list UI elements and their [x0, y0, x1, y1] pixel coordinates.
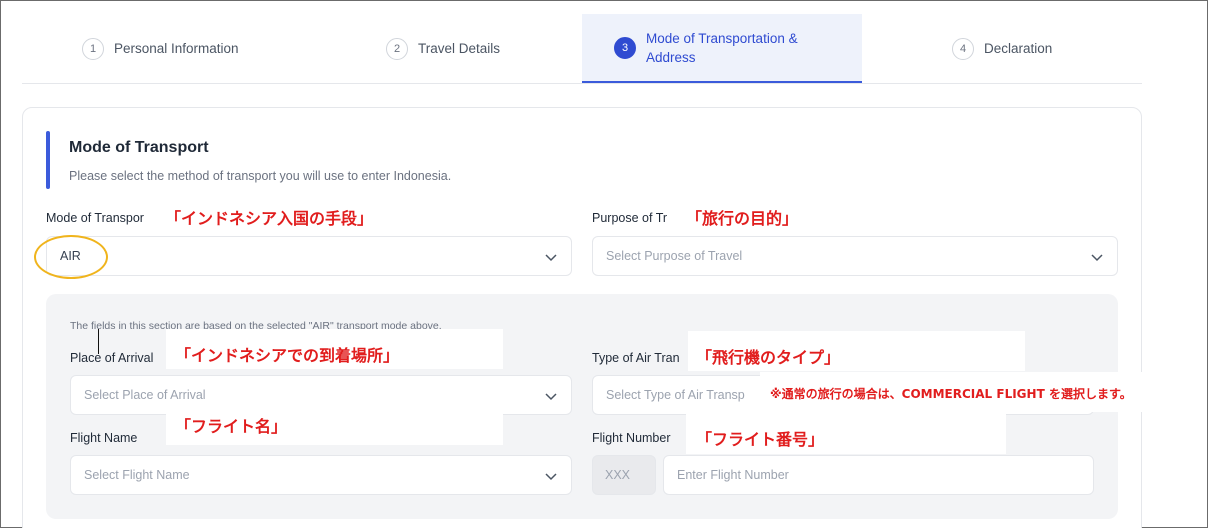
step-number: 2 [386, 37, 408, 60]
step-declaration[interactable]: 4 Declaration [862, 14, 1142, 83]
chevron-down-icon [545, 254, 557, 262]
step-label: Declaration [984, 41, 1053, 56]
section-title: Mode of Transport [69, 139, 209, 156]
annotation-type-of-air-transport: 「飛行機のタイプ」 [696, 348, 841, 367]
place-of-arrival-select[interactable]: Select Place of Arrival [70, 375, 572, 415]
annotation-flight-name: 「フライト名」 [175, 417, 288, 436]
text-cursor [98, 329, 99, 354]
chevron-down-icon [1091, 254, 1103, 262]
annotation-place-of-arrival: 「インドネシアでの到着場所」 [175, 346, 400, 365]
flight-number-prefix: XXX [592, 455, 656, 495]
step-mode-of-transportation[interactable]: 3 Mode of Transportation & Address [582, 14, 862, 83]
step-number: 3 [614, 36, 636, 59]
annotation-commercial-flight-note: ※通常の旅行の場合は、COMMERCIAL FLIGHT を選択します。 [770, 387, 1132, 401]
annotation-mode-of-transport: 「インドネシア入国の手段」 [165, 209, 374, 228]
annotation-purpose-of-travel: 「旅行の目的」 [686, 209, 799, 228]
section-accent-bar [46, 131, 50, 189]
flight-number-input[interactable]: Enter Flight Number [663, 455, 1094, 495]
step-number: 1 [82, 37, 104, 60]
purpose-of-travel-label: Purpose of Tr [592, 211, 668, 225]
flight-name-placeholder: Select Flight Name [84, 468, 190, 482]
step-travel-details[interactable]: 2 Travel Details [322, 14, 582, 83]
place-of-arrival-label: Place of Arrival [70, 351, 154, 365]
type-of-air-transport-label: Type of Air Tran [592, 351, 680, 365]
chevron-down-icon [545, 393, 557, 401]
purpose-of-travel-select[interactable]: Select Purpose of Travel [592, 236, 1118, 276]
type-of-air-transport-placeholder: Select Type of Air Transp [606, 388, 745, 402]
section-subtitle: Please select the method of transport yo… [69, 169, 452, 183]
mode-of-transport-label: Mode of Transpor [46, 211, 144, 225]
highlight-circle [34, 235, 108, 279]
mode-of-transport-select[interactable]: AIR [46, 236, 572, 276]
flight-number-label: Flight Number [592, 431, 671, 445]
flight-number-placeholder: Enter Flight Number [677, 468, 789, 482]
flight-name-label: Flight Name [70, 431, 138, 445]
step-label: Mode of Transportation & Address [646, 30, 798, 65]
step-label: Personal Information [114, 41, 239, 56]
annotation-flight-number: 「フライト番号」 [696, 430, 825, 449]
step-label: Travel Details [418, 41, 501, 56]
step-personal-information[interactable]: 1 Personal Information [22, 14, 322, 83]
chevron-down-icon [545, 473, 557, 481]
place-of-arrival-placeholder: Select Place of Arrival [84, 388, 206, 402]
progress-stepper: 1 Personal Information 2 Travel Details … [22, 14, 1142, 84]
purpose-of-travel-placeholder: Select Purpose of Travel [606, 249, 743, 263]
flight-name-select[interactable]: Select Flight Name [70, 455, 572, 495]
step-number: 4 [952, 37, 974, 60]
